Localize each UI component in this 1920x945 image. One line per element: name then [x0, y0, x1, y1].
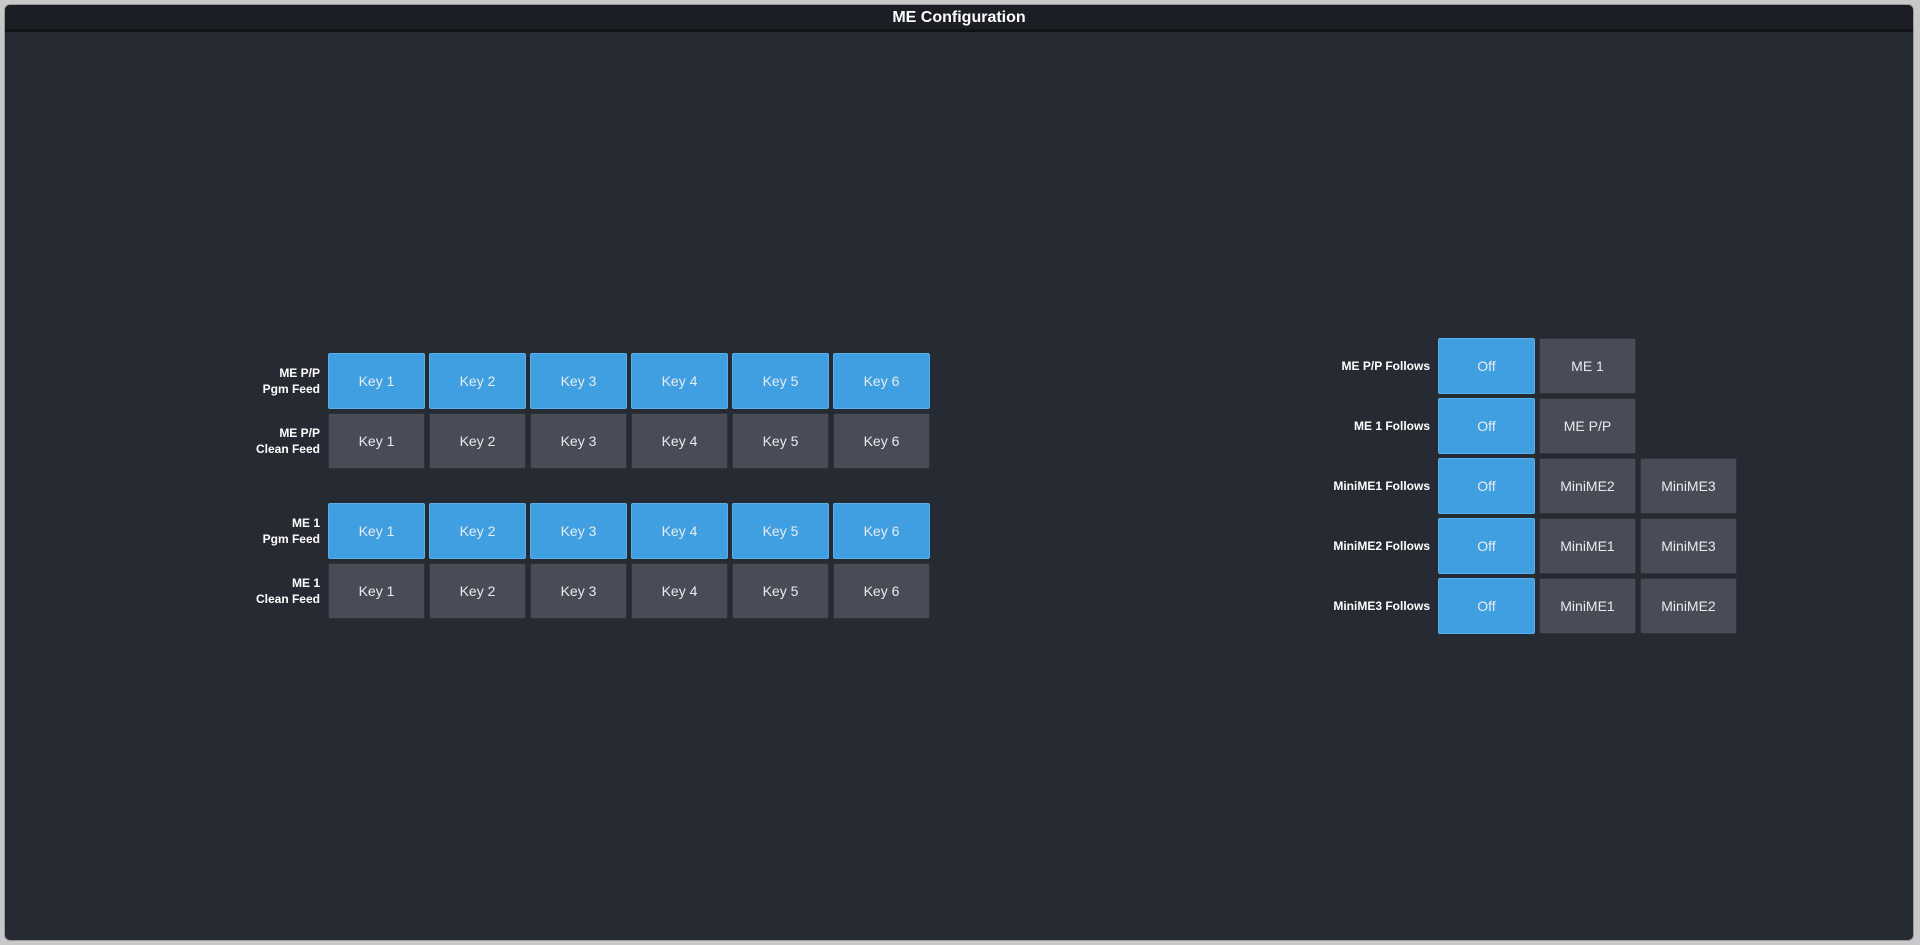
row-label: MiniME3 Follows [1333, 599, 1430, 613]
row-label-line2: Clean Feed [255, 592, 320, 606]
key-3-button[interactable]: Key 3 [530, 503, 627, 559]
row-label: ME P/P Follows [1341, 359, 1430, 373]
off-button[interactable]: Off [1438, 578, 1535, 634]
key-1-button[interactable]: Key 1 [328, 563, 425, 619]
row-label-line1: ME 1 [291, 516, 320, 530]
key-2-button[interactable]: Key 2 [429, 563, 526, 619]
key-5-button[interactable]: Key 5 [732, 413, 829, 469]
minime1-button[interactable]: MiniME1 [1539, 518, 1636, 574]
key-2-button[interactable]: Key 2 [429, 503, 526, 559]
key-6-button[interactable]: Key 6 [833, 353, 930, 409]
minime3-button[interactable]: MiniME3 [1640, 458, 1737, 514]
me1-button[interactable]: ME 1 [1539, 338, 1636, 394]
row-label-line2: Pgm Feed [262, 532, 320, 546]
row-label: ME 1 Follows [1353, 419, 1430, 433]
off-button[interactable]: Off [1438, 458, 1535, 514]
key-6-button[interactable]: Key 6 [833, 503, 930, 559]
follow-row-minime1: MiniME1 Follows Off MiniME2 MiniME3 [1320, 458, 1741, 514]
row-label: ME 1 Pgm Feed [240, 515, 320, 547]
key-1-button[interactable]: Key 1 [328, 353, 425, 409]
key-6-button[interactable]: Key 6 [833, 563, 930, 619]
row-label-line1: ME P/P [279, 366, 320, 380]
key-row-me1-pgm: ME 1 Pgm Feed Key 1 Key 2 Key 3 Key 4 Ke… [240, 503, 934, 559]
me-configuration-window: ME Configuration ME P/P Pgm Feed Key 1 K… [4, 4, 1914, 941]
key-4-button[interactable]: Key 4 [631, 503, 728, 559]
row-label: MiniME2 Follows [1333, 539, 1430, 553]
row-label-line1: ME 1 [291, 576, 320, 590]
follow-row-minime2: MiniME2 Follows Off MiniME1 MiniME3 [1320, 518, 1741, 574]
key-2-button[interactable]: Key 2 [429, 413, 526, 469]
follow-row-me1: ME 1 Follows Off ME P/P [1320, 398, 1640, 454]
row-label-line2: Clean Feed [255, 442, 320, 456]
key-row-me-pp-pgm: ME P/P Pgm Feed Key 1 Key 2 Key 3 Key 4 … [240, 353, 934, 409]
off-button[interactable]: Off [1438, 518, 1535, 574]
me-pp-button[interactable]: ME P/P [1539, 398, 1636, 454]
key-1-button[interactable]: Key 1 [328, 413, 425, 469]
minime3-button[interactable]: MiniME3 [1640, 518, 1737, 574]
follow-row-minime3: MiniME3 Follows Off MiniME1 MiniME2 [1320, 578, 1741, 634]
key-5-button[interactable]: Key 5 [732, 503, 829, 559]
key-4-button[interactable]: Key 4 [631, 563, 728, 619]
key-row-me1-clean: ME 1 Clean Feed Key 1 Key 2 Key 3 Key 4 … [240, 563, 934, 619]
window-title: ME Configuration [5, 5, 1913, 32]
key-3-button[interactable]: Key 3 [530, 563, 627, 619]
minime2-button[interactable]: MiniME2 [1539, 458, 1636, 514]
key-3-button[interactable]: Key 3 [530, 353, 627, 409]
row-label: MiniME1 Follows [1333, 479, 1430, 493]
minime2-button[interactable]: MiniME2 [1640, 578, 1737, 634]
off-button[interactable]: Off [1438, 338, 1535, 394]
key-row-me-pp-clean: ME P/P Clean Feed Key 1 Key 2 Key 3 Key … [240, 413, 934, 469]
minime1-button[interactable]: MiniME1 [1539, 578, 1636, 634]
key-4-button[interactable]: Key 4 [631, 413, 728, 469]
row-label-line2: Pgm Feed [262, 382, 320, 396]
key-2-button[interactable]: Key 2 [429, 353, 526, 409]
row-label: ME 1 Clean Feed [240, 575, 320, 607]
off-button[interactable]: Off [1438, 398, 1535, 454]
row-label-line1: ME P/P [279, 426, 320, 440]
row-label: ME P/P Pgm Feed [240, 365, 320, 397]
follow-row-me-pp: ME P/P Follows Off ME 1 [1320, 338, 1640, 394]
key-4-button[interactable]: Key 4 [631, 353, 728, 409]
key-3-button[interactable]: Key 3 [530, 413, 627, 469]
key-5-button[interactable]: Key 5 [732, 563, 829, 619]
row-label: ME P/P Clean Feed [240, 425, 320, 457]
key-6-button[interactable]: Key 6 [833, 413, 930, 469]
key-1-button[interactable]: Key 1 [328, 503, 425, 559]
key-5-button[interactable]: Key 5 [732, 353, 829, 409]
